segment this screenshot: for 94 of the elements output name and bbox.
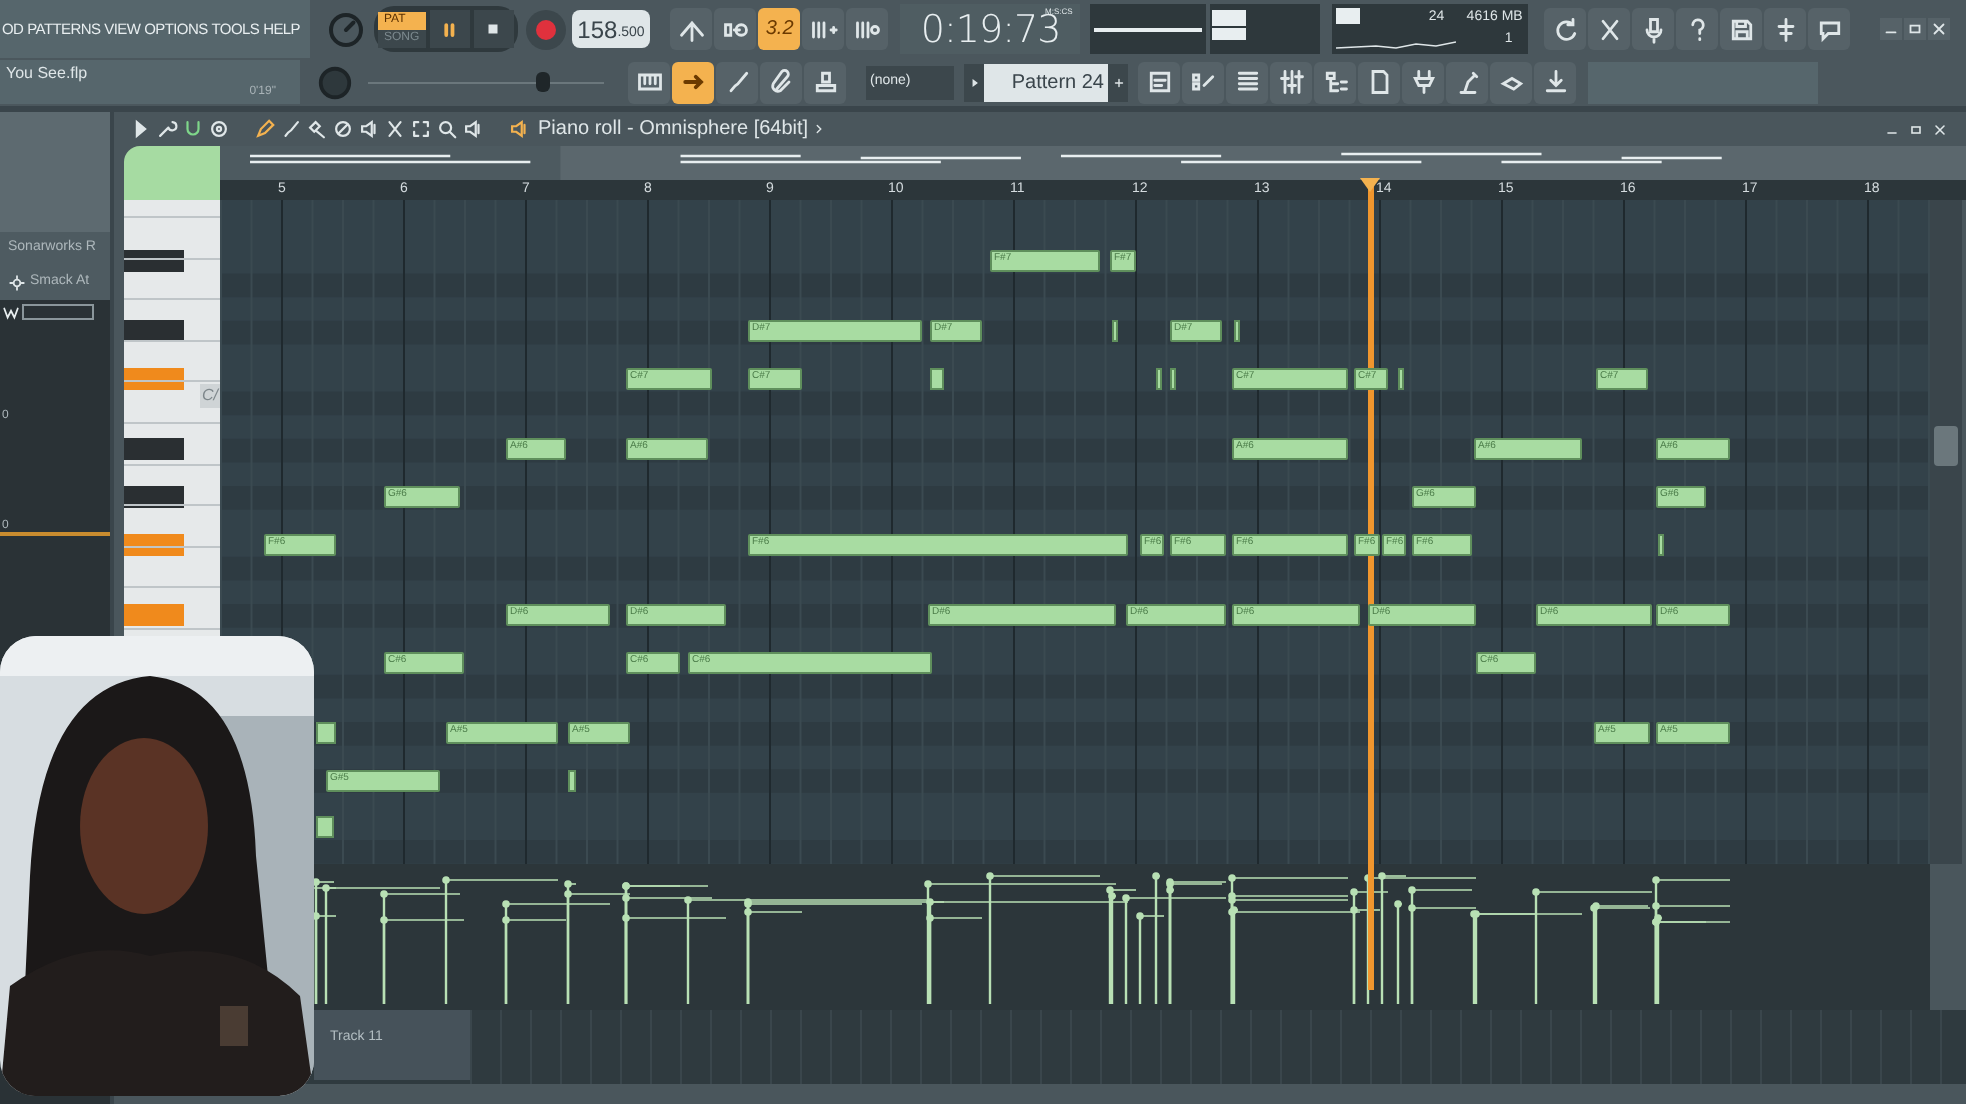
close-icon	[1930, 20, 1948, 38]
master-pitch-slider[interactable]	[536, 72, 551, 92]
piano-key[interactable]	[124, 320, 184, 343]
piano-key[interactable]	[124, 486, 184, 508]
paperclip-icon	[767, 68, 795, 96]
stamp-icon	[811, 68, 839, 96]
toolbar-button[interactable]	[846, 8, 889, 50]
toolbar-button[interactable]	[716, 61, 758, 103]
pause-icon	[439, 19, 460, 39]
vertical-scrollbar[interactable]	[1930, 200, 1962, 864]
forbidden-icon	[332, 118, 354, 140]
toolbar-button[interactable]	[1534, 61, 1576, 103]
toolbar-button[interactable]	[714, 8, 757, 50]
speaker-icon	[462, 118, 484, 140]
toolbar-button[interactable]	[1632, 8, 1675, 50]
toolbar-button[interactable]	[1490, 61, 1532, 103]
pause-button[interactable]	[429, 10, 470, 48]
key-label: C/	[200, 384, 220, 408]
magnet-icon	[182, 118, 204, 140]
save-icon	[1727, 15, 1756, 43]
close-icon	[1932, 121, 1948, 137]
toolbar-button[interactable]	[1138, 61, 1180, 103]
knob-icon	[326, 9, 366, 49]
gear-icon	[8, 274, 26, 292]
toolbar-button[interactable]	[1358, 61, 1400, 103]
window-control[interactable]	[1928, 18, 1950, 40]
plugin-display	[22, 304, 94, 320]
stop-icon	[484, 20, 503, 38]
toolbar-button[interactable]	[1808, 8, 1851, 50]
window-control[interactable]	[1904, 18, 1926, 40]
channel-list-icon	[1233, 68, 1261, 96]
note[interactable]	[1112, 320, 1118, 343]
plug-icon	[1409, 68, 1437, 96]
toolbar-button[interactable]	[802, 8, 845, 50]
toolbar-button[interactable]	[1720, 8, 1763, 50]
window-control[interactable]	[1880, 18, 1902, 40]
window-control[interactable]	[1930, 119, 1950, 139]
target-icon	[208, 118, 230, 140]
pattern-selector[interactable]: Pattern 24	[984, 63, 1108, 101]
toolbar-button[interactable]	[1314, 61, 1356, 103]
cross-icon	[384, 118, 406, 140]
snap-button[interactable]: 3.2	[758, 8, 801, 50]
toolbar-button[interactable]	[1588, 8, 1631, 50]
toolbar-button[interactable]	[1182, 61, 1224, 103]
cpu-meter	[1336, 8, 1361, 24]
plus-icon	[1111, 75, 1125, 89]
playlist-icon	[1145, 68, 1173, 96]
note[interactable]	[1234, 320, 1240, 343]
hammer-icon	[306, 118, 328, 140]
note[interactable]	[316, 816, 334, 839]
browser-icon	[1321, 68, 1349, 96]
download-icon	[1541, 68, 1569, 96]
toolbar-button[interactable]	[1402, 61, 1444, 103]
piano-roll-title: Piano roll - Omnisphere [64bit]	[538, 116, 809, 144]
toolbar-button[interactable]	[1764, 8, 1807, 50]
brush-icon	[280, 118, 302, 140]
mixer-icon	[1277, 68, 1305, 96]
zoom-icon	[436, 118, 458, 140]
pencil-icon	[254, 118, 276, 140]
speaker-icon	[508, 118, 530, 140]
plugin-logo-icon	[2, 303, 20, 321]
toolbar-button[interactable]	[1544, 8, 1587, 50]
note[interactable]	[1658, 533, 1664, 556]
pattern-overview-drawing[interactable]	[220, 146, 1966, 180]
toolbar-button[interactable]	[672, 61, 714, 103]
restore-icon	[1908, 121, 1924, 137]
piano-key[interactable]	[124, 250, 184, 272]
browser-header	[0, 112, 110, 232]
cpu-graph	[1336, 38, 1457, 50]
add-pattern-button[interactable]	[1108, 63, 1128, 101]
toolbar-button[interactable]	[1270, 61, 1312, 103]
select-icon	[410, 118, 432, 140]
arrow-up-icon	[677, 15, 706, 43]
stop-button[interactable]	[473, 10, 514, 48]
toolbar-button[interactable]	[760, 61, 802, 103]
piano-icon	[635, 68, 663, 96]
undo-icon	[1551, 15, 1580, 43]
toolbar-button[interactable]	[1226, 61, 1268, 103]
wrench-icon	[156, 118, 178, 140]
caret-icon	[967, 75, 981, 89]
toolbar-button[interactable]	[1446, 61, 1488, 103]
toolbar-button[interactable]	[1676, 8, 1719, 50]
toolbar-button[interactable]	[804, 61, 846, 103]
play-icon	[130, 118, 152, 140]
toolbar-button[interactable]	[628, 61, 670, 103]
speaker-icon	[358, 118, 380, 140]
step-sequencer-icon	[1189, 68, 1217, 96]
toolbar-button[interactable]	[670, 8, 713, 50]
note[interactable]	[568, 769, 576, 792]
restore-icon	[1906, 20, 1924, 38]
previous-pattern-button[interactable]	[964, 63, 984, 101]
caret-icon	[812, 122, 827, 136]
piano-key[interactable]	[124, 438, 184, 461]
knob-icon	[316, 63, 354, 101]
